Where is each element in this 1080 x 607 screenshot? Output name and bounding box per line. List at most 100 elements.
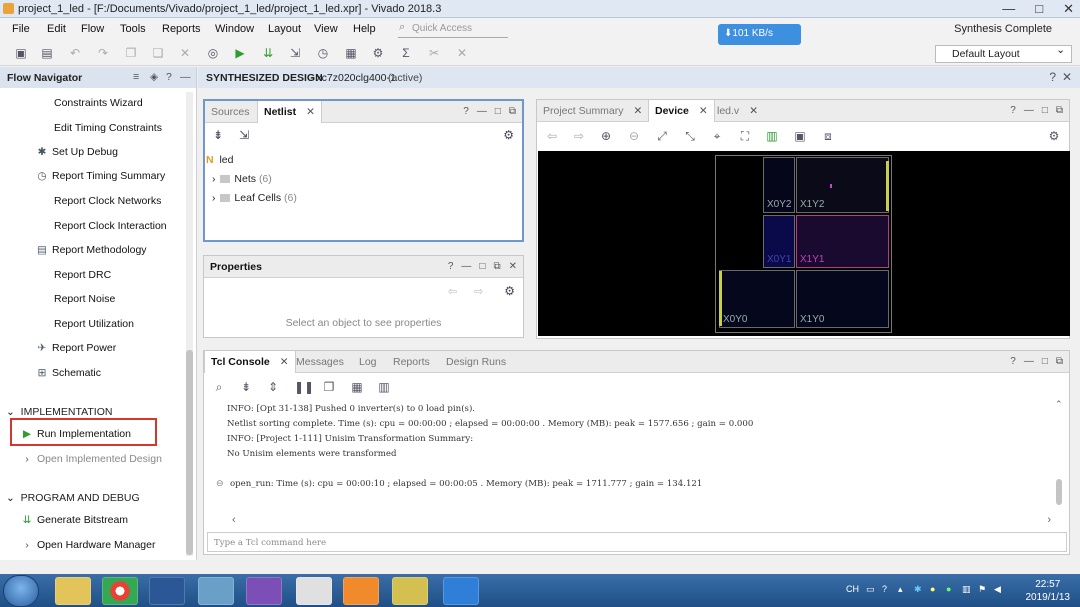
- tab-design-runs[interactable]: Design Runs: [440, 351, 512, 373]
- visual-studio-taskbar-icon[interactable]: [246, 577, 282, 605]
- run-icon[interactable]: ▶: [233, 46, 247, 60]
- clock-region-x1y0[interactable]: X1Y0: [796, 270, 889, 328]
- keyboard-icon[interactable]: ▭: [866, 584, 875, 595]
- quick-access-input[interactable]: Quick Access: [398, 21, 508, 38]
- close-icon[interactable]: ✕: [1062, 70, 1072, 84]
- delete-icon[interactable]: ✕: [178, 46, 192, 60]
- chevron-up-icon[interactable]: ▴: [898, 584, 903, 595]
- app-taskbar-icon[interactable]: [198, 577, 234, 605]
- tab-led-v[interactable]: led.v ✕: [711, 100, 764, 122]
- float-icon[interactable]: ⧉: [1056, 356, 1063, 367]
- settings-gear-icon[interactable]: ⚙: [371, 46, 385, 60]
- restore-icon[interactable]: □: [479, 261, 485, 272]
- netlist-root[interactable]: N led: [206, 154, 233, 166]
- route-icon[interactable]: ⛶: [738, 129, 752, 143]
- menu-file[interactable]: File: [12, 23, 30, 35]
- forward-icon[interactable]: ⇨: [474, 285, 483, 298]
- collapse-icon[interactable]: ⊖: [216, 478, 224, 489]
- clock-region-x0y1[interactable]: X0Y1: [763, 215, 795, 268]
- copy-icon[interactable]: ❐: [322, 380, 336, 394]
- clock-region-x1y1[interactable]: X1Y1: [796, 215, 889, 268]
- window-taskbar-icon[interactable]: [296, 577, 332, 605]
- minimize-icon[interactable]: —: [1024, 105, 1034, 116]
- nav-report-timing-summary[interactable]: ◷ Report Timing Summary: [36, 170, 165, 182]
- collapse-all-icon[interactable]: ≡: [133, 71, 139, 83]
- step-icon[interactable]: ⇊: [261, 46, 275, 60]
- nav-report-methodology[interactable]: ▤ Report Methodology: [36, 244, 147, 256]
- nav-report-noise[interactable]: Report Noise: [54, 293, 115, 305]
- back-icon[interactable]: ⇦: [448, 285, 457, 298]
- tray-app-icon[interactable]: ●: [946, 584, 951, 594]
- tray-app-icon[interactable]: ●: [930, 584, 935, 594]
- crosshair-icon[interactable]: ⌖: [710, 129, 724, 143]
- help-icon[interactable]: ?: [1049, 70, 1056, 84]
- zoom-out-icon[interactable]: ⊖: [627, 129, 641, 143]
- tab-device[interactable]: Device ✕: [648, 100, 715, 122]
- tab-project-summary[interactable]: Project Summary ✕: [537, 100, 648, 122]
- nav-open-implemented-design[interactable]: › Open Implemented Design: [21, 453, 162, 465]
- gear-icon[interactable]: ⚙: [1047, 129, 1061, 143]
- nav-run-implementation[interactable]: ▶ Run Implementation: [21, 428, 131, 440]
- console-scrollbar[interactable]: ⌃: [1055, 399, 1063, 513]
- layout-select[interactable]: Default Layout: [935, 44, 1072, 63]
- help-icon[interactable]: ?: [448, 261, 454, 272]
- nav-report-utilization[interactable]: Report Utilization: [54, 318, 134, 330]
- trash-icon[interactable]: ▥: [377, 380, 391, 394]
- gear-icon[interactable]: ⚙: [503, 128, 514, 142]
- menu-reports[interactable]: Reports: [162, 23, 201, 35]
- pdf-taskbar-icon[interactable]: [343, 577, 379, 605]
- back-icon[interactable]: ⇦: [545, 129, 559, 143]
- nav-generate-bitstream[interactable]: ⇊ Generate Bitstream: [21, 514, 128, 526]
- timer-icon[interactable]: ◷: [316, 46, 330, 60]
- help-icon[interactable]: ?: [166, 71, 172, 83]
- restore-icon[interactable]: □: [495, 106, 501, 117]
- menu-help[interactable]: Help: [353, 23, 376, 35]
- volume-icon[interactable]: ◀: [994, 584, 1001, 595]
- zoom-area-icon[interactable]: ⤡: [683, 129, 697, 143]
- menu-flow[interactable]: Flow: [81, 23, 104, 35]
- menu-window[interactable]: Window: [215, 23, 254, 35]
- chrome-taskbar-icon[interactable]: [102, 577, 138, 605]
- float-icon[interactable]: ⧉: [493, 261, 500, 272]
- nav-report-clock-networks[interactable]: Report Clock Networks: [54, 195, 161, 207]
- menu-tools[interactable]: Tools: [120, 23, 146, 35]
- close-button[interactable]: ✕: [1063, 1, 1074, 17]
- help-icon[interactable]: ?: [1010, 356, 1016, 367]
- section-program-debug[interactable]: ⌄ PROGRAM AND DEBUG: [6, 492, 140, 504]
- expand-icon[interactable]: ⇕: [266, 380, 280, 394]
- expand-icon[interactable]: ⇲: [239, 128, 249, 142]
- paste-icon[interactable]: ❏: [151, 46, 165, 60]
- clock-region-x0y0[interactable]: X0Y0: [719, 270, 795, 328]
- network-icon[interactable]: ▥: [962, 584, 971, 595]
- start-button[interactable]: [3, 575, 39, 607]
- close-icon[interactable]: ✕: [509, 261, 517, 272]
- select-icon[interactable]: ▣: [793, 129, 807, 143]
- save-icon[interactable]: ▤: [40, 46, 54, 60]
- help-icon[interactable]: ?: [1010, 105, 1016, 116]
- place-icon[interactable]: ▥: [765, 129, 779, 143]
- clock-region-x1y2[interactable]: X1Y2: [796, 157, 889, 213]
- tree-nets[interactable]: › Nets (6): [212, 173, 272, 185]
- forward-icon[interactable]: ⇨: [572, 129, 586, 143]
- clock-region-x0y2[interactable]: X0Y2: [763, 157, 795, 213]
- minimize-icon[interactable]: —: [461, 261, 471, 272]
- gear-icon[interactable]: ⚙: [504, 284, 515, 298]
- tab-sources[interactable]: Sources: [205, 101, 256, 123]
- help-icon[interactable]: ?: [463, 106, 469, 117]
- vivado-taskbar-icon[interactable]: [392, 577, 428, 605]
- nav-open-hardware-manager[interactable]: › Open Hardware Manager: [21, 539, 155, 551]
- restore-icon[interactable]: □: [1042, 356, 1048, 367]
- report-icon[interactable]: ▦: [344, 46, 358, 60]
- minimize-icon[interactable]: —: [1024, 356, 1034, 367]
- minimize-icon[interactable]: —: [477, 106, 487, 117]
- section-implementation[interactable]: ⌄ IMPLEMENTATION: [6, 406, 112, 418]
- sigma-icon[interactable]: Σ: [399, 46, 413, 60]
- table-icon[interactable]: ▦: [350, 380, 364, 394]
- tray-app-icon[interactable]: ✱: [914, 584, 922, 595]
- word-taskbar-icon[interactable]: [149, 577, 185, 605]
- redo-icon[interactable]: ↷: [96, 46, 110, 60]
- explorer-taskbar-icon[interactable]: [55, 577, 91, 605]
- float-icon[interactable]: ⧉: [1056, 105, 1063, 116]
- star-app-taskbar-icon[interactable]: [443, 577, 479, 605]
- tab-netlist[interactable]: Netlist ✕: [257, 101, 322, 123]
